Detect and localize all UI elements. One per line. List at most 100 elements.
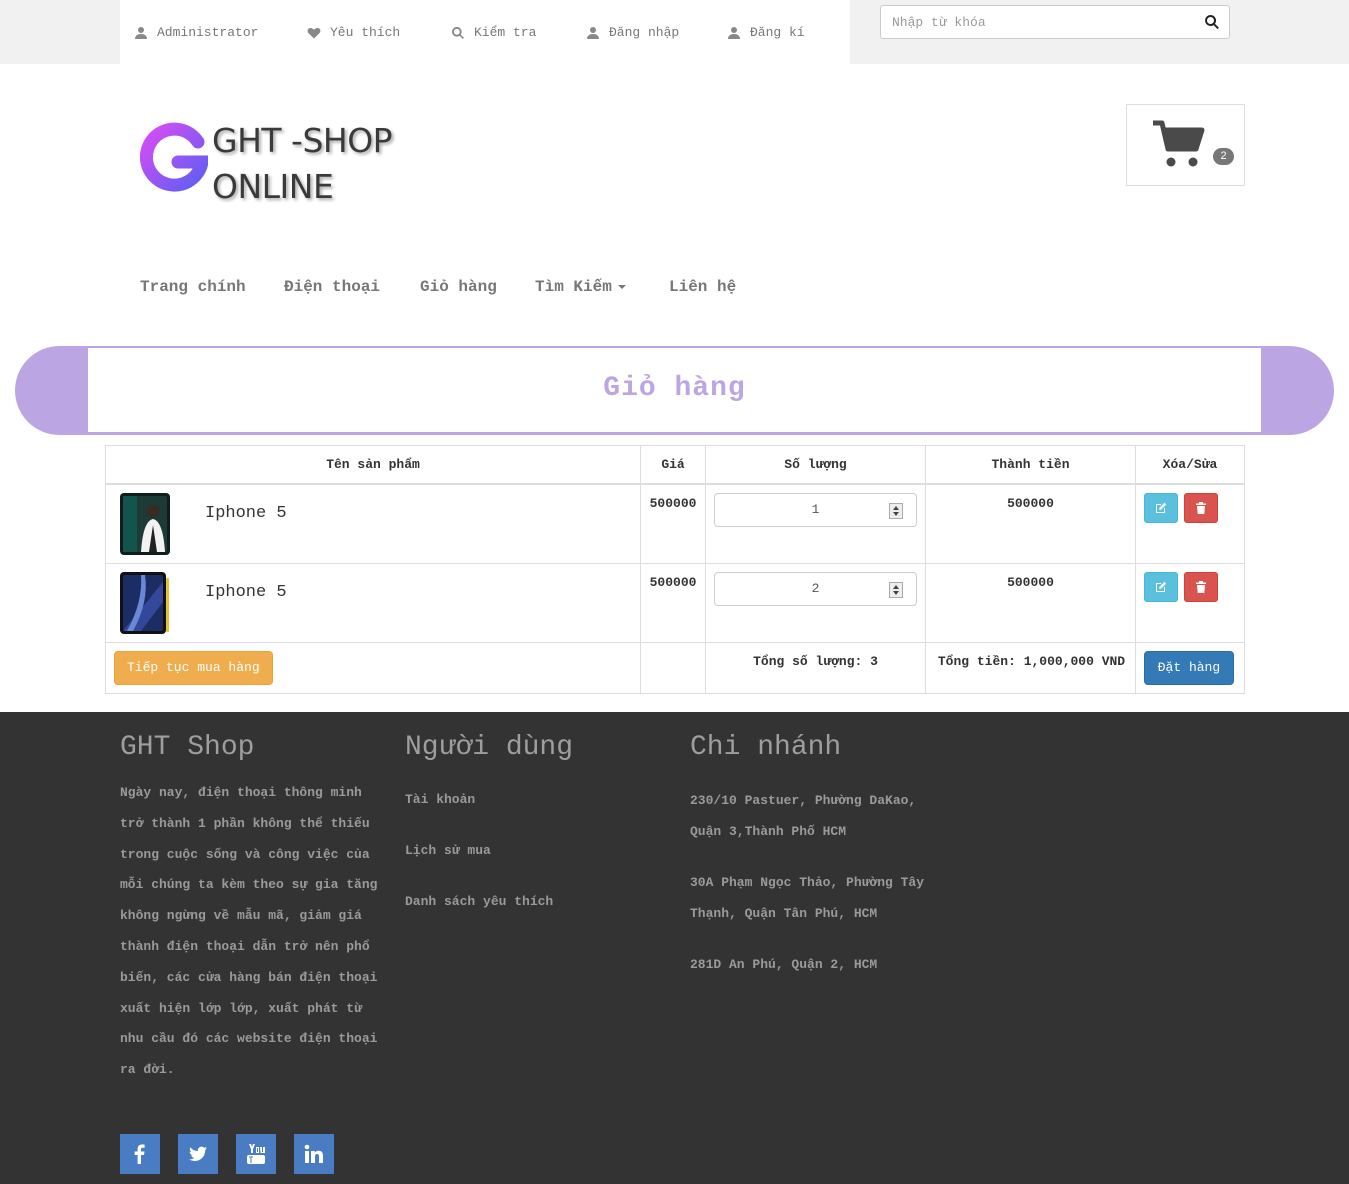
- col-header-qty: Số lượng: [705, 445, 927, 485]
- logo-g-icon: [140, 122, 208, 192]
- logo-line-1: GHT -SHOP: [212, 121, 393, 160]
- nav-cart[interactable]: Giỏ hàng: [420, 278, 497, 296]
- quantity-stepper: [714, 492, 918, 527]
- edit-button[interactable]: [1143, 492, 1178, 523]
- register-link[interactable]: Đăng kí: [727, 25, 805, 40]
- user-icon: [587, 26, 599, 39]
- table-header-row: Tên sản phẩm Giá Số lượng Thành tiền Xóa…: [104, 445, 1246, 485]
- linkedin-icon: [304, 1144, 323, 1163]
- actions-cell: [1134, 483, 1246, 564]
- continue-cell: Tiếp tục mua hàng: [104, 641, 642, 694]
- product-image[interactable]: [119, 492, 171, 555]
- cart-count-badge: 2: [1213, 148, 1234, 165]
- product-cell: Iphone 5: [104, 562, 642, 643]
- footer-link-account[interactable]: Tài khoản: [405, 792, 475, 807]
- youtube-icon: [247, 1144, 265, 1164]
- col-header-price: Giá: [640, 445, 707, 485]
- nav-search-label: Tìm Kiếm: [535, 278, 612, 296]
- check-link[interactable]: Kiểm tra: [451, 25, 536, 40]
- register-link-label: Đăng kí: [750, 25, 805, 40]
- search-icon[interactable]: [1204, 14, 1220, 30]
- top-bar: Administrator Yêu thích Kiểm tra Đăng nh…: [0, 0, 1349, 64]
- heart-icon: [307, 27, 321, 38]
- footer-address-2: 30A Phạm Ngọc Thảo, Phường Tây Thạnh, Qu…: [690, 875, 925, 921]
- footer-about-text: Ngày nay, điện thoại thông minh trở thàn…: [120, 785, 378, 1078]
- check-link-label: Kiểm tra: [474, 25, 537, 40]
- empty-cell: [640, 641, 707, 694]
- login-link[interactable]: Đăng nhập: [586, 25, 679, 40]
- edit-icon: [1155, 581, 1167, 592]
- product-cell: Iphone 5: [104, 483, 642, 564]
- col-header-actions: Xóa/Sửa: [1134, 445, 1246, 485]
- quantity-stepper: [714, 571, 918, 606]
- cart-icon: [1153, 120, 1205, 167]
- facebook-icon: [134, 1144, 145, 1164]
- price-cell: 500000: [640, 562, 707, 643]
- banner-inner: Giỏ hàng: [88, 348, 1261, 432]
- quantity-input[interactable]: [715, 572, 917, 605]
- user-icon: [135, 26, 147, 39]
- footer-address-1: 230/10 Pastuer, Phường DaKao, Quận 3,Thà…: [690, 793, 917, 839]
- admin-link[interactable]: Administrator: [134, 25, 258, 40]
- trash-icon: [1195, 580, 1206, 593]
- price-cell: 500000: [640, 483, 707, 564]
- footer-about-title: GHT Shop: [120, 732, 255, 763]
- twitter-button[interactable]: [178, 1134, 218, 1174]
- delete-button[interactable]: [1183, 571, 1218, 602]
- footer: GHT Shop Ngày nay, điện thoại thông minh…: [0, 712, 1349, 1184]
- cart-button[interactable]: 2: [1126, 104, 1245, 186]
- footer-user-title: Người dùng: [405, 732, 574, 763]
- login-link-label: Đăng nhập: [609, 25, 680, 40]
- youtube-button[interactable]: [236, 1134, 276, 1174]
- subtotal-cell: 500000: [925, 483, 1136, 564]
- facebook-button[interactable]: [120, 1134, 160, 1174]
- user-icon: [728, 26, 740, 39]
- delete-button[interactable]: [1183, 492, 1218, 523]
- search-box: [880, 5, 1230, 39]
- continue-shopping-button[interactable]: Tiếp tục mua hàng: [114, 650, 273, 685]
- site-logo[interactable]: GHT -SHOP ONLINE: [140, 118, 400, 208]
- footer-address-3: 281D An Phú, Quận 2, HCM: [690, 957, 878, 972]
- table-row: Iphone 5 500000 500000: [104, 483, 1246, 564]
- product-name[interactable]: Iphone 5: [205, 504, 287, 523]
- nav-contact[interactable]: Liên hệ: [669, 278, 736, 296]
- spinner-arrows-icon[interactable]: [889, 502, 904, 519]
- footer-link-history[interactable]: Lịch sử mua: [405, 843, 491, 858]
- nav-phones[interactable]: Điện thoại: [284, 278, 380, 296]
- trash-icon: [1195, 501, 1206, 514]
- nav-home[interactable]: Trang chính: [140, 278, 246, 296]
- edit-icon: [1155, 502, 1167, 513]
- footer-branch-title: Chi nhánh: [690, 732, 842, 763]
- top-links: Administrator Yêu thích Kiểm tra Đăng nh…: [120, 0, 850, 64]
- logo-text: GHT -SHOP ONLINE: [212, 118, 393, 210]
- table-row: Iphone 5 500000 500000: [104, 562, 1246, 643]
- product-name[interactable]: Iphone 5: [205, 583, 287, 602]
- page-title-banner: Giỏ hàng: [15, 346, 1334, 435]
- col-header-subtotal: Thành tiền: [925, 445, 1136, 485]
- total-price: Tổng tiền: 1,000,000 VND: [925, 641, 1136, 694]
- spinner-arrows-icon[interactable]: [889, 581, 904, 598]
- search-input[interactable]: [892, 13, 1192, 31]
- edit-button[interactable]: [1143, 571, 1178, 602]
- cart-table: Tên sản phẩm Giá Số lượng Thành tiền Xóa…: [104, 445, 1246, 694]
- nav-search-dropdown[interactable]: Tìm Kiếm: [535, 278, 626, 296]
- twitter-icon: [189, 1146, 207, 1162]
- total-quantity: Tổng số lượng: 3: [705, 641, 927, 694]
- linkedin-button[interactable]: [294, 1134, 334, 1174]
- page-title: Giỏ hàng: [603, 373, 746, 404]
- order-cell: Đặt hàng: [1134, 641, 1246, 694]
- quantity-input[interactable]: [715, 493, 917, 526]
- qty-cell: [705, 483, 927, 564]
- logo-line-2: ONLINE: [212, 167, 334, 206]
- product-image[interactable]: [119, 571, 171, 634]
- qty-cell: [705, 562, 927, 643]
- actions-cell: [1134, 562, 1246, 643]
- caret-down-icon: [617, 284, 626, 289]
- place-order-button[interactable]: Đặt hàng: [1143, 650, 1234, 685]
- subtotal-cell: 500000: [925, 562, 1136, 643]
- footer-link-wishlist[interactable]: Danh sách yêu thích: [405, 894, 553, 909]
- col-header-product: Tên sản phẩm: [104, 445, 642, 485]
- wishlist-link[interactable]: Yêu thích: [307, 25, 400, 40]
- admin-link-label: Administrator: [157, 25, 259, 40]
- table-footer-row: Tiếp tục mua hàng Tổng số lượng: 3 Tổng …: [104, 641, 1246, 694]
